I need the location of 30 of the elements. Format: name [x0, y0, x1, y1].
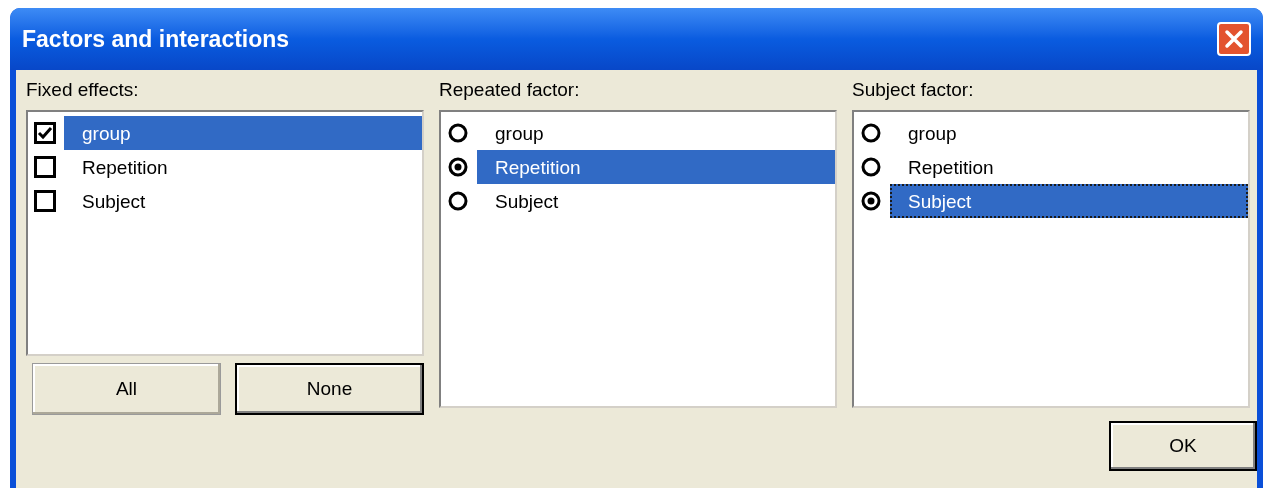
list-item[interactable]: Subject [64, 184, 422, 218]
checkbox-list[interactable]: group Repetition Subject [26, 110, 424, 356]
list-item[interactable]: Repetition [477, 150, 835, 184]
checkbox[interactable] [34, 190, 56, 212]
radio-button[interactable] [860, 190, 882, 212]
list-item[interactable]: group [64, 116, 422, 150]
list-label: Subject factor: [852, 78, 975, 102]
radio-button[interactable] [447, 122, 469, 144]
list-label: Fixed effects: [26, 78, 140, 102]
close-icon [1224, 29, 1244, 49]
window-title: Factors and interactions [22, 24, 290, 54]
radio-list[interactable]: group Repetition Subject [852, 110, 1250, 408]
list-label: Repeated factor: [439, 78, 581, 102]
radio-button[interactable] [860, 156, 882, 178]
radio-button[interactable] [860, 122, 882, 144]
checkbox[interactable] [34, 122, 56, 144]
list-button[interactable]: None [235, 363, 424, 415]
list-item[interactable]: Repetition [890, 150, 1248, 184]
close-button[interactable] [1217, 22, 1251, 56]
radio-button[interactable] [447, 190, 469, 212]
radio-button[interactable] [447, 156, 469, 178]
list-item[interactable]: Repetition [64, 150, 422, 184]
list-item[interactable]: Subject [477, 184, 835, 218]
list-item[interactable]: group [477, 116, 835, 150]
list-item[interactable]: Subject [890, 184, 1248, 218]
list-button[interactable]: All [32, 363, 221, 415]
checkbox[interactable] [34, 156, 56, 178]
radio-list[interactable]: group Repetition Subject [439, 110, 837, 408]
list-item[interactable]: group [890, 116, 1248, 150]
ok-button[interactable]: OK [1109, 421, 1257, 471]
